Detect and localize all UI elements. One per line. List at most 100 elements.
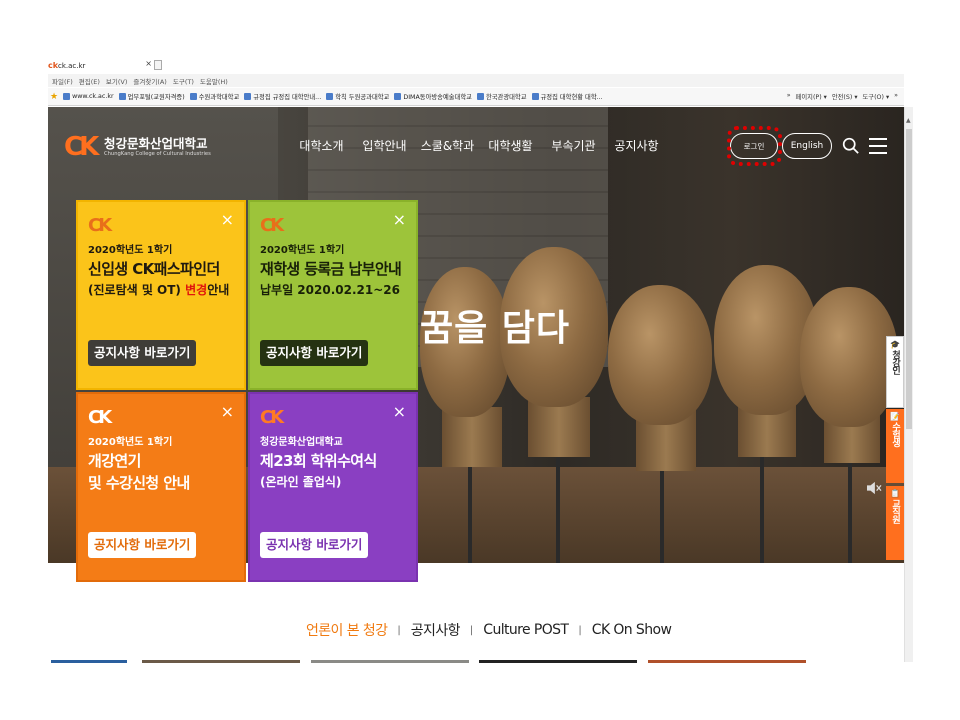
favorite-link[interactable]: DIMA동아방송예술대학교 — [394, 92, 472, 101]
menu-about[interactable]: 대학소개 — [290, 137, 353, 154]
graduation-cap-icon: 🎓 — [890, 340, 900, 349]
logo-korean-name: 청강문화산업대학교 — [104, 135, 208, 151]
tab-press[interactable]: 언론이 본 청강 — [306, 620, 388, 640]
menu-edit[interactable]: 편집(E) — [79, 76, 100, 86]
safety-menu[interactable]: 안전(S) ▾ — [832, 92, 858, 101]
clipboard-icon: 📋 — [890, 489, 900, 498]
notice-link-button[interactable]: 공지사항 바로가기 — [260, 532, 369, 558]
search-icon[interactable] — [842, 137, 859, 154]
mute-icon[interactable] — [866, 481, 882, 495]
sculpture-head — [608, 285, 712, 425]
site-favicon: ck — [48, 61, 59, 70]
popup-title: 제23회 학위수여식 — [260, 452, 377, 470]
notice-popup-freshman: CK × 2020학년도 1학기 신입생 CK패스파인더 (진로탐색 및 OT)… — [76, 200, 246, 390]
close-icon[interactable]: × — [221, 404, 234, 420]
menu-admission[interactable]: 입학안내 — [353, 137, 416, 154]
page-icon — [394, 93, 402, 100]
notice-popup-semester-delay: CK × 2020학년도 1학기 개강연기 및 수강신청 안내 공지사항 바로가… — [76, 392, 246, 582]
hero-slogan: 꿈을 담다 — [420, 308, 571, 349]
quick-tab-staff[interactable]: 📋 교직원 — [886, 486, 904, 560]
news-thumbnail[interactable] — [648, 660, 806, 663]
news-thumbnail[interactable] — [142, 660, 300, 663]
close-icon[interactable]: × — [393, 212, 406, 228]
ck-logo-mark: CK — [88, 215, 112, 236]
quick-tab-members[interactable]: 🎓 청강인 — [886, 336, 904, 408]
popup-detail: (온라인 졸업식) — [260, 475, 342, 489]
quick-tab-applicants[interactable]: 📝 수험생 — [886, 409, 904, 483]
notice-popup-tuition: CK × 2020학년도 1학기 재학생 등록금 납부안내 납부일 2020.0… — [248, 200, 418, 390]
page-icon — [476, 93, 484, 100]
close-icon[interactable]: × — [221, 212, 234, 228]
popup-detail: 납부일 2020.02.21~26 — [260, 283, 400, 297]
browser-menu-bar: 파일(F) 편집(E) 보기(V) 즐겨찾기(A) 도구(T) 도움말(H) — [48, 74, 904, 87]
page-icon — [531, 93, 539, 100]
favorite-link[interactable]: 규정집 규정집 대학안내... — [244, 92, 321, 101]
scrollbar-thumb[interactable] — [906, 129, 912, 429]
news-tabs: 언론이 본 청강 | 공지사항 | Culture POST | CK On S… — [306, 620, 672, 640]
browser-tab[interactable]: ck ck.ac.kr × — [48, 59, 152, 73]
tab-culture-post[interactable]: Culture POST — [483, 622, 569, 638]
notice-link-button[interactable]: 공지사항 바로가기 — [88, 340, 197, 366]
menu-notices[interactable]: 공지사항 — [605, 137, 668, 154]
popup-subtitle: 2020학년도 1학기 — [88, 245, 173, 256]
tab-close-icon[interactable]: × — [145, 59, 152, 68]
quick-tab-label: 청강인 — [890, 350, 900, 374]
main-menu: 대학소개 입학안내 스쿨&학과 대학생활 부속기관 공지사항 — [290, 137, 668, 154]
news-thumbnail[interactable] — [479, 660, 637, 663]
favorite-link[interactable]: www.ck.ac.kr — [63, 93, 114, 100]
tab-separator: | — [578, 624, 582, 636]
tab-title: ck.ac.kr — [58, 62, 86, 70]
favorite-link[interactable]: 수원과학대학교 — [189, 92, 239, 101]
english-button[interactable]: English — [782, 133, 832, 159]
menu-schools[interactable]: 스쿨&학과 — [416, 137, 479, 154]
menu-campus-life[interactable]: 대학생활 — [479, 137, 542, 154]
page-icon — [244, 93, 252, 100]
page-scrollbar[interactable]: ▲ — [904, 107, 913, 662]
news-thumbnail[interactable] — [51, 660, 127, 663]
notice-popup-graduation: CK × 청강문화산업대학교 제23회 학위수여식 (온라인 졸업식) 공지사항… — [248, 392, 418, 582]
close-icon[interactable]: × — [393, 404, 406, 420]
popup-subtitle: 2020학년도 1학기 — [260, 245, 345, 256]
favorite-link[interactable]: 규정집 대학현황 대학... — [531, 92, 603, 101]
tab-ck-on-show[interactable]: CK On Show — [592, 622, 672, 638]
favorite-link[interactable]: 한국관광대학교 — [476, 92, 527, 101]
ck-logo-mark: CK — [88, 407, 112, 428]
ck-logo-mark: CK — [64, 132, 99, 162]
scroll-up-icon[interactable]: ▲ — [906, 117, 911, 124]
ck-logo-mark: CK — [260, 215, 284, 236]
overflow-chevron[interactable]: » — [787, 92, 791, 101]
news-thumbnail[interactable] — [311, 660, 469, 663]
login-highlight-annotation — [727, 126, 782, 166]
overflow-chevron[interactable]: » — [894, 92, 898, 101]
favorites-bar: ★ www.ck.ac.kr 업무포털(교원자격증) 수원과학대학교 규정집 규… — [48, 88, 904, 106]
favorites-star-icon[interactable]: ★ — [50, 92, 58, 102]
menu-help[interactable]: 도움말(H) — [200, 76, 228, 86]
new-tab-button[interactable] — [154, 60, 162, 70]
menu-favorites[interactable]: 즐겨찾기(A) — [133, 76, 166, 86]
page-icon — [118, 93, 126, 100]
tools-menu[interactable]: 도구(O) ▾ — [863, 92, 890, 101]
tab-separator: | — [469, 624, 474, 636]
menu-tools[interactable]: 도구(T) — [173, 76, 194, 86]
menu-view[interactable]: 보기(V) — [106, 76, 127, 86]
site-logo[interactable]: CK 청강문화산업대학교 ChungKang College of Cultur… — [64, 133, 211, 161]
menu-institutes[interactable]: 부속기관 — [542, 137, 605, 154]
notice-link-button[interactable]: 공지사항 바로가기 — [88, 532, 197, 558]
menu-file[interactable]: 파일(F) — [52, 76, 73, 86]
command-bar: » 페이지(P) ▾ 안전(S) ▾ 도구(O) ▾ » — [787, 92, 904, 101]
quick-tab-label: 수험생 — [890, 422, 900, 446]
logo-text: 청강문화산업대학교 ChungKang College of Cultural … — [104, 135, 211, 158]
tab-separator: | — [397, 624, 401, 636]
notice-link-button[interactable]: 공지사항 바로가기 — [260, 340, 369, 366]
page-menu[interactable]: 페이지(P) ▾ — [796, 92, 827, 101]
page-icon — [189, 93, 197, 100]
tab-notices[interactable]: 공지사항 — [411, 620, 461, 640]
hamburger-menu-icon[interactable] — [869, 138, 887, 154]
favorite-link[interactable]: 학칙 두원공과대학교 — [326, 92, 389, 101]
popup-title-line2: 및 수강신청 안내 — [88, 474, 190, 492]
popup-title: 재학생 등록금 납부안내 — [260, 260, 402, 278]
site-header: CK 청강문화산업대학교 ChungKang College of Cultur… — [48, 107, 904, 185]
popup-subtitle: 청강문화산업대학교 — [260, 437, 343, 448]
favorite-link[interactable]: 업무포털(교원자격증) — [118, 92, 185, 101]
popup-detail: (진로탐색 및 OT) 변경안내 — [88, 283, 230, 297]
